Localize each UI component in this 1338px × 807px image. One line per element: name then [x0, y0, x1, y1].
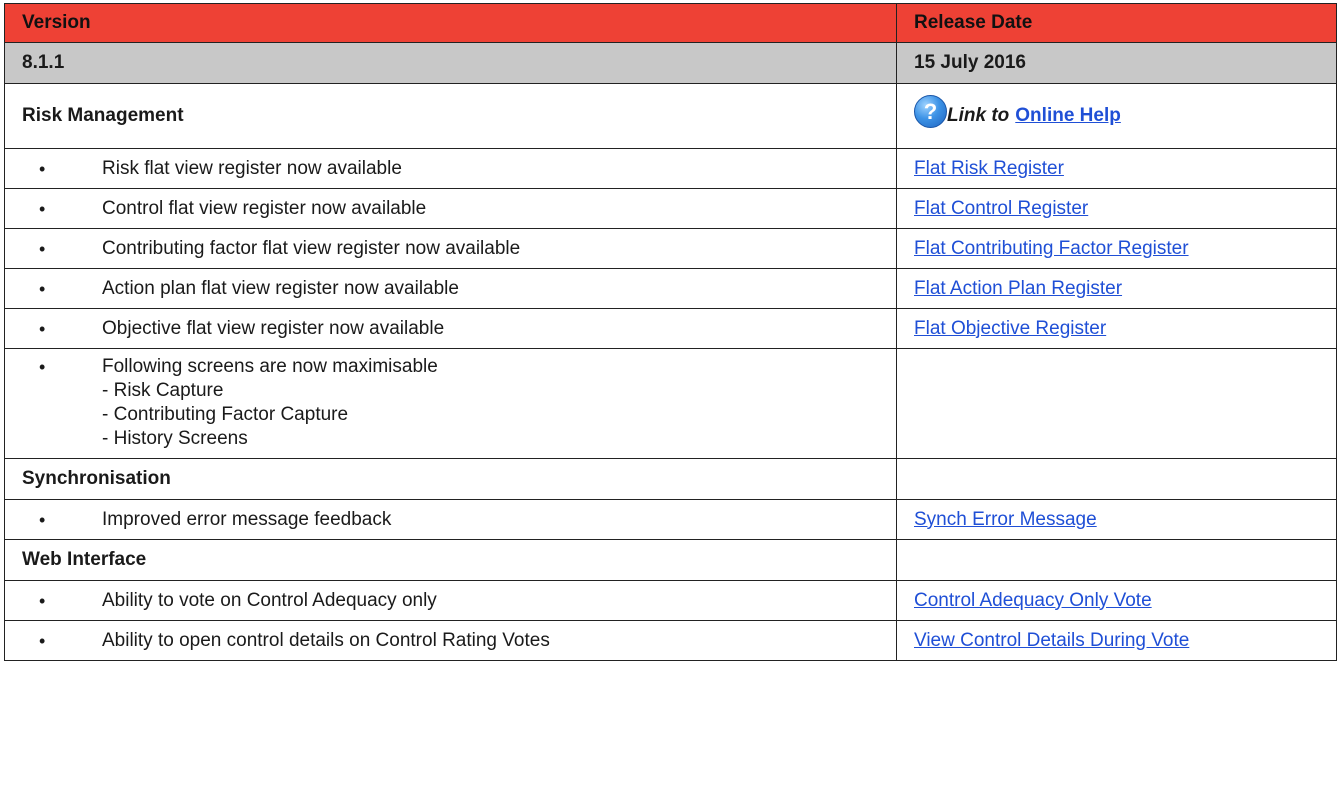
version-value: 8.1.1 — [4, 42, 897, 84]
flat-action-plan-register-link[interactable]: Flat Action Plan Register — [914, 278, 1122, 299]
empty-cell — [896, 539, 1337, 581]
item-text: Contributing factor flat view register n… — [102, 237, 521, 259]
release-date-header: Release Date — [896, 3, 1337, 43]
help-prefix-text: Link to — [947, 105, 1010, 126]
bullet-icon: • — [39, 238, 46, 259]
table-row: • Risk flat view register now available F… — [4, 148, 1337, 189]
version-header: Version — [4, 3, 897, 43]
item-text: Risk flat view register now available — [102, 157, 402, 179]
table-row: • Improved error message feedback Synch E… — [4, 499, 1337, 540]
bullet-icon: • — [39, 198, 46, 219]
question-icon: ? — [914, 95, 947, 128]
flat-risk-register-link[interactable]: Flat Risk Register — [914, 158, 1064, 179]
release-notes-table: Version Release Date 8.1.1 15 July 2016 … — [4, 3, 1337, 661]
table-row: • Control flat view register now availabl… — [4, 188, 1337, 229]
online-help-link[interactable]: Online Help — [1015, 104, 1121, 128]
release-notes-document: Version Release Date 8.1.1 15 July 2016 … — [4, 3, 1337, 661]
bullet-icon: • — [39, 318, 46, 339]
section-risk-management: Risk Management ? Link to Online Help — [4, 83, 1337, 149]
bullet-icon: • — [39, 278, 46, 299]
control-adequacy-only-vote-link[interactable]: Control Adequacy Only Vote — [914, 590, 1152, 611]
flat-control-register-link[interactable]: Flat Control Register — [914, 198, 1088, 219]
bullet-icon: • — [39, 590, 46, 611]
view-control-details-during-vote-link[interactable]: View Control Details During Vote — [914, 630, 1189, 651]
sub-item-history-screens: - History Screens — [102, 427, 248, 449]
empty-cell — [896, 348, 1337, 459]
table-row: • Ability to open control details on Cont… — [4, 620, 1337, 661]
section-title-risk-management: Risk Management — [4, 83, 897, 149]
sub-item-contributing-factor-capture: - Contributing Factor Capture — [102, 403, 349, 425]
item-text: Ability to open control details on Contr… — [102, 629, 550, 651]
item-text: Improved error message feedback — [102, 508, 392, 530]
table-row: • Ability to vote on Control Adequacy onl… — [4, 580, 1337, 621]
bullet-icon: • — [39, 356, 46, 377]
version-row: 8.1.1 15 July 2016 — [4, 42, 1337, 84]
sub-item-risk-capture: - Risk Capture — [102, 379, 224, 401]
table-row: • Objective flat view register now availa… — [4, 308, 1337, 349]
item-text: Ability to vote on Control Adequacy only — [102, 589, 437, 611]
flat-contributing-factor-register-link[interactable]: Flat Contributing Factor Register — [914, 238, 1189, 259]
bullet-icon: • — [39, 630, 46, 651]
section-title-synchronisation: Synchronisation — [4, 458, 897, 500]
section-web-interface: Web Interface — [4, 539, 1337, 581]
item-text: Objective flat view register now availab… — [102, 317, 445, 339]
table-row: • Contributing factor flat view register … — [4, 228, 1337, 269]
release-date-value: 15 July 2016 — [896, 42, 1337, 84]
section-synchronisation: Synchronisation — [4, 458, 1337, 500]
item-text: Action plan flat view register now avail… — [102, 277, 459, 299]
online-help-cell: ? Link to Online Help — [896, 83, 1337, 149]
section-title-web-interface: Web Interface — [4, 539, 897, 581]
flat-objective-register-link[interactable]: Flat Objective Register — [914, 318, 1106, 339]
bullet-icon: • — [39, 509, 46, 530]
table-row: • Action plan flat view register now avai… — [4, 268, 1337, 309]
header-row: Version Release Date — [4, 3, 1337, 43]
synch-error-message-link[interactable]: Synch Error Message — [914, 509, 1097, 530]
item-text: Control flat view register now available — [102, 197, 427, 219]
item-text: Following screens are now maximisable — [102, 355, 438, 377]
bullet-icon: • — [39, 158, 46, 179]
table-row: • Following screens are now maximisable … — [4, 348, 1337, 459]
empty-cell — [896, 458, 1337, 500]
